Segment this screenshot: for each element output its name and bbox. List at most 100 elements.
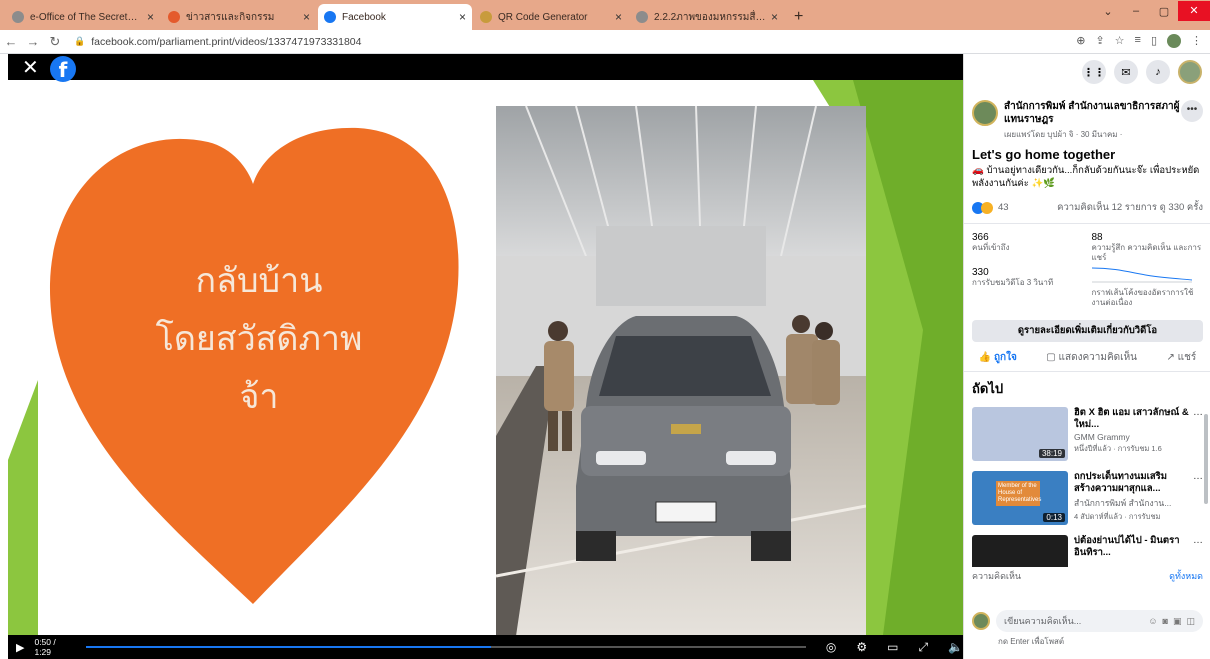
insight-retention: กราฟเส้นโค้งของอัตราการใช้งานต่อเนื่อง xyxy=(1091,267,1204,308)
fullscreen-icon[interactable]: ⤢ xyxy=(918,640,928,655)
up-next-title[interactable]: บ่ต้องย่านบ่ได้ไป - มินตรา อินทิรา... xyxy=(1074,535,1189,559)
forward-icon[interactable]: → xyxy=(22,34,44,49)
close-window-icon[interactable]: ✕ xyxy=(1178,1,1210,21)
insight-views-label: การรับชมวิดีโอ 3 วินาที xyxy=(972,278,1054,287)
video-duration: 38:19 xyxy=(1038,449,1065,458)
messenger-icon[interactable]: ✉ xyxy=(1114,60,1138,84)
comments-views-count[interactable]: ความคิดเห็น 12 รายการ ดู 330 ครั้ง xyxy=(1057,200,1203,215)
tab-favicon-icon xyxy=(324,11,336,23)
tab-favicon-icon xyxy=(168,11,180,23)
browser-tab[interactable]: e-Office of The Secretariat of The × xyxy=(6,4,160,30)
new-tab-button[interactable]: + xyxy=(786,4,811,30)
url-text: facebook.com/parliament.print/videos/133… xyxy=(91,35,362,48)
browser-tab-bar: e-Office of The Secretariat of The×ข่าวส… xyxy=(0,0,1210,30)
up-next-channel[interactable]: GMM Grammy xyxy=(1074,432,1189,442)
account-avatar[interactable] xyxy=(1178,60,1202,84)
comment-input[interactable]: เขียนความคิดเห็น... ☺ ◙ ▣ ◫ xyxy=(996,610,1203,632)
reaction-count[interactable]: 43 xyxy=(998,202,1009,213)
video-time: 0:50 / 1:29 xyxy=(34,637,56,657)
insight-views-number: 330 xyxy=(972,267,989,278)
notifications-bell-icon[interactable]: ♪ xyxy=(1146,60,1170,84)
up-next-text: ฮิต X ฮิต แอม เสาวลักษณ์ & ใหม่... GMM Gr… xyxy=(1074,407,1189,461)
kebab-menu-icon[interactable]: ⋮ xyxy=(1191,34,1202,48)
more-options-icon[interactable]: ••• xyxy=(1181,100,1203,122)
play-icon[interactable]: ▶ xyxy=(16,641,24,654)
comment-button[interactable]: ▢ แสดงความคิดเห็น xyxy=(1046,350,1137,365)
bookmark-star-icon[interactable]: ☆ xyxy=(1115,34,1125,48)
up-next-title[interactable]: ฮิต X ฮิต แอม เสาวลักษณ์ & ใหม่... xyxy=(1074,407,1189,431)
post-meta: เผยแพร่โดย บุปผ้า จิ · 30 มีนาคม · xyxy=(1004,130,1123,139)
menu-grid-icon[interactable]: ⋮⋮ xyxy=(1082,60,1106,84)
commenter-avatar xyxy=(972,612,990,630)
zoom-icon[interactable]: ⊕ xyxy=(1076,34,1085,48)
emoji-icon[interactable]: ☺ xyxy=(1148,616,1157,627)
post-panel: สำนักการพิมพ์ สำนักงานเลขาธิการสภาผู้แทน… xyxy=(964,100,1210,583)
haha-reaction-icon[interactable] xyxy=(981,201,993,214)
thumbs-up-icon: 👍 xyxy=(978,352,992,363)
insight-reach-number: 366 xyxy=(972,232,989,243)
tab-label: 2.2.2ภาพของมหกรรมสื่อสารภายในใจ... xyxy=(654,11,767,23)
tab-close-icon[interactable]: × xyxy=(459,10,466,24)
tab-close-icon[interactable]: × xyxy=(615,10,622,24)
reading-list-icon[interactable]: ≡ xyxy=(1135,34,1141,48)
up-next-meta: หนึ่งปีที่แล้ว · การรับชม 1.6 xyxy=(1074,444,1162,453)
tab-label: ข่าวสารและกิจกรรม xyxy=(186,11,275,23)
maximize-icon[interactable]: ▢ xyxy=(1150,5,1178,18)
reactions-row: 43 ความคิดเห็น 12 รายการ ดู 330 ครั้ง xyxy=(964,190,1210,215)
url-field[interactable]: 🔒 facebook.com/parliament.print/videos/1… xyxy=(74,36,362,48)
settings-gear-icon[interactable]: ⚙ xyxy=(856,640,867,654)
miniplayer-icon[interactable]: ▭ xyxy=(887,640,898,654)
up-next-more-icon[interactable]: … xyxy=(1193,407,1203,461)
reload-icon[interactable]: ↻ xyxy=(44,34,66,50)
tab-close-icon[interactable]: × xyxy=(303,10,310,24)
back-icon[interactable]: ← xyxy=(0,34,22,49)
close-icon[interactable]: ✕ xyxy=(22,58,39,78)
retention-sparkline xyxy=(1091,267,1192,283)
video-top-bar xyxy=(8,54,963,80)
up-next-heading: ถัดไป xyxy=(972,381,1004,396)
browser-tab[interactable]: Facebook × xyxy=(318,4,472,30)
video-player[interactable]: ✕ f กลับบ้าน โดยสวัสดิภาพ จ้า ▶ 0:50 / 1… xyxy=(8,54,963,659)
video-progress-bar[interactable] xyxy=(86,646,806,648)
page-avatar[interactable] xyxy=(972,100,998,126)
up-next-item[interactable]: บ่ต้องย่านบ่ได้ไป - มินตรา อินทิรา...… xyxy=(964,533,1210,567)
up-next-channel[interactable]: สำนักการพิมพ์ สำนักงาน... xyxy=(1074,496,1189,510)
share-icon[interactable]: ⇪ xyxy=(1095,34,1104,48)
facebook-logo-icon[interactable]: f xyxy=(50,56,76,82)
up-next-title[interactable]: ถกประเด็นทางนมเสริม สร้างความผาสุกแล... xyxy=(1074,471,1189,495)
up-next-item[interactable]: Member of the House of Representatives 0:… xyxy=(964,469,1210,527)
up-next-more-icon[interactable]: … xyxy=(1193,471,1203,525)
chevron-down-icon[interactable]: ⌄ xyxy=(1094,5,1122,18)
gif-icon[interactable]: ▣ xyxy=(1173,616,1182,627)
video-duration: 0:13 xyxy=(1043,513,1065,522)
captions-icon[interactable]: ◎ xyxy=(826,640,836,654)
browser-tab[interactable]: QR Code Generator × xyxy=(474,4,628,30)
comment-composer: เขียนความคิดเห็น... ☺ ◙ ▣ ◫ xyxy=(964,610,1210,632)
video-thumbnail[interactable]: Member of the House of Representatives 0:… xyxy=(972,471,1068,525)
browser-tab[interactable]: 2.2.2ภาพของมหกรรมสื่อสารภายในใจ... × xyxy=(630,4,784,30)
minimize-icon[interactable]: – xyxy=(1122,5,1150,17)
sidebar-scrollbar[interactable] xyxy=(1204,414,1208,504)
video-details-button[interactable]: ดูรายละเอียดเพิ่มเติมเกี่ยวกับวิดีโอ xyxy=(972,320,1203,342)
up-next-more-icon[interactable]: … xyxy=(1193,535,1203,567)
post-title: Let's go home together xyxy=(972,147,1116,162)
sticker-icon[interactable]: ◫ xyxy=(1186,616,1195,627)
browser-tab[interactable]: ข่าวสารและกิจกรรม × xyxy=(162,4,316,30)
tab-close-icon[interactable]: × xyxy=(147,10,154,24)
video-thumbnail[interactable] xyxy=(972,535,1068,567)
window-controls: ⌄ – ▢ ✕ xyxy=(1094,0,1210,22)
page-name[interactable]: สำนักการพิมพ์ สำนักงานเลขาธิการสภาผู้แทน… xyxy=(1004,100,1181,126)
up-next-text: ถกประเด็นทางนมเสริม สร้างความผาสุกแล... ส… xyxy=(1074,471,1189,525)
video-thumbnail[interactable]: 38:19 xyxy=(972,407,1068,461)
tab-close-icon[interactable]: × xyxy=(771,10,778,24)
volume-icon[interactable]: 🔈 xyxy=(948,640,963,654)
see-all-comments-link[interactable]: ดูทั้งหมด xyxy=(1169,569,1203,583)
like-button[interactable]: 👍 ถูกใจ xyxy=(979,350,1017,365)
camera-icon[interactable]: ◙ xyxy=(1163,616,1168,627)
profile-avatar[interactable] xyxy=(1167,34,1181,48)
sidepanel-icon[interactable]: ▯ xyxy=(1151,34,1157,48)
share-button[interactable]: ↗ แชร์ xyxy=(1166,350,1196,365)
up-next-item[interactable]: 38:19 ฮิต X ฮิต แอม เสาวลักษณ์ & ใหม่... G… xyxy=(964,405,1210,463)
up-next-text: บ่ต้องย่านบ่ได้ไป - มินตรา อินทิรา... xyxy=(1074,535,1189,567)
thumbnail-caption: Member of the House of Representatives xyxy=(996,481,1041,506)
